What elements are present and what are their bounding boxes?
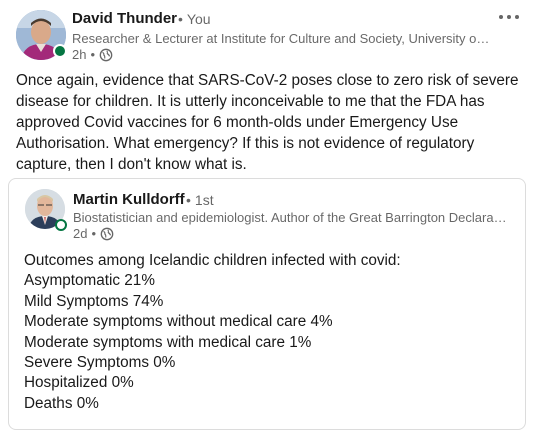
ellipsis-icon — [499, 15, 503, 19]
quoted-degree-label: 1st — [194, 192, 214, 208]
quoted-author-headline: Biostatistician and epidemiologist. Auth… — [73, 210, 507, 225]
quoted-line-moderate-no-care: Moderate symptoms without medical care 4… — [24, 313, 333, 331]
globe-icon — [99, 48, 113, 61]
separator-dot: • — [90, 47, 96, 62]
quoted-post-card[interactable]: Martin Kulldorff • 1st Biostatistician an… — [8, 178, 526, 430]
separator-dot: • — [91, 226, 97, 241]
separator-dot: • — [178, 11, 183, 27]
quoted-author-name[interactable]: Martin Kulldorff — [73, 191, 185, 208]
ellipsis-dot — [507, 15, 511, 19]
quoted-post-timestamp: 2d • — [73, 226, 114, 241]
ellipsis-dot — [515, 15, 519, 19]
online-status-indicator — [53, 44, 67, 58]
author-degree-label: You — [186, 11, 211, 27]
quoted-time-label: 2d — [73, 226, 88, 241]
quoted-author-degree: • 1st — [186, 192, 214, 208]
more-options-button[interactable] — [494, 6, 524, 28]
quoted-online-status-indicator — [55, 219, 67, 231]
globe-icon — [100, 227, 114, 240]
quoted-line-intro: Outcomes among Icelandic children infect… — [24, 252, 401, 269]
author-degree: • You — [178, 11, 211, 27]
separator-dot: • — [186, 192, 191, 208]
author-headline: Researcher & Lecturer at Institute for C… — [72, 31, 492, 46]
feed-post: David Thunder • You Researcher & Lecturer… — [0, 0, 534, 430]
author-name[interactable]: David Thunder — [72, 10, 177, 27]
post-body-text: Once again, evidence that SARS-CoV-2 pos… — [16, 72, 519, 173]
quoted-line-deaths: Deaths 0% — [24, 394, 99, 412]
quoted-line-mild: Mild Symptoms 74% — [24, 292, 164, 310]
quoted-line-hospitalized: Hospitalized 0% — [24, 374, 134, 392]
quoted-line-severe: Severe Symptoms 0% — [24, 354, 176, 372]
quoted-line-moderate-care: Moderate symptoms with medical care 1% — [24, 333, 312, 351]
quoted-line-asymptomatic: Asymptomatic 21% — [24, 272, 155, 290]
quoted-post-body: Outcomes among Icelandic children infect… — [24, 251, 514, 414]
post-time-label: 2h — [72, 47, 87, 62]
post-timestamp: 2h • — [72, 47, 113, 62]
